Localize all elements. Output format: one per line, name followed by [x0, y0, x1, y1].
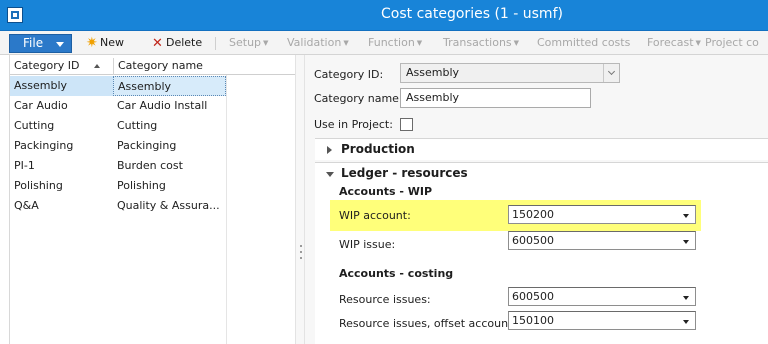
table-row[interactable]: Cutting Cutting [10, 116, 226, 136]
sort-ascending-icon [94, 64, 100, 68]
resource-issues-label: Resource issues: [339, 293, 431, 306]
new-star-icon: ✷ [86, 35, 98, 51]
setup-label: Setup [229, 36, 262, 49]
category-grid: Category ID Category name Assembly Assem… [9, 55, 296, 344]
cell-category-name: Car Audio Install [117, 99, 208, 112]
cell-category-name: Assembly [113, 76, 226, 96]
detail-form: Category ID: Assembly Category name: Ass… [305, 55, 768, 344]
project-menu[interactable]: Project co [705, 35, 759, 51]
ledger-tab-title[interactable]: Ledger - resources [341, 166, 468, 180]
resource-offset-input[interactable]: 150100 [508, 311, 696, 330]
cell-category-id: Q&A [14, 199, 39, 212]
pane-splitter[interactable] [295, 55, 305, 344]
expand-right-icon [327, 146, 332, 154]
app-icon[interactable] [7, 7, 23, 23]
wip-issue-input[interactable]: 600500 [508, 231, 696, 250]
forecast-label: Forecast [647, 36, 694, 49]
cell-category-id: Polishing [14, 179, 63, 192]
setup-dropdown-icon: ▼ [263, 39, 269, 47]
resource-offset-value: 150100 [512, 314, 554, 327]
cell-category-name: Quality & Assura... [117, 199, 220, 212]
cell-category-name: Burden cost [117, 159, 183, 172]
category-name-field[interactable]: Assembly [400, 88, 591, 108]
cell-category-id: Car Audio [14, 99, 68, 112]
function-label: Function [368, 36, 415, 49]
setup-menu[interactable]: Setup ▼ [229, 35, 268, 51]
cell-category-name: Packinging [117, 139, 177, 152]
validation-menu[interactable]: Validation ▼ [287, 35, 349, 51]
category-id-label: Category ID: [314, 68, 384, 81]
delete-x-icon: ✕ [152, 36, 163, 51]
toolbar-separator [215, 37, 216, 50]
category-name-value: Assembly [406, 91, 460, 104]
wip-issue-value: 600500 [512, 234, 554, 247]
forecast-dropdown-icon: ▼ [695, 39, 701, 47]
splitter-grip-icon [300, 257, 302, 259]
transactions-dropdown-icon: ▼ [513, 39, 520, 47]
cell-category-id: PI-1 [14, 159, 35, 172]
use-in-project-label: Use in Project: [314, 118, 393, 131]
cell-category-id: Packinging [14, 139, 74, 152]
resource-offset-dropdown-icon[interactable] [683, 320, 689, 324]
transactions-menu[interactable]: Transactions ▼ [443, 35, 519, 51]
new-button[interactable]: ✷ New [86, 35, 124, 51]
splitter-grip-icon [300, 251, 302, 253]
category-id-field[interactable]: Assembly [400, 63, 620, 83]
accounts-wip-title: Accounts - WIP [339, 185, 433, 198]
table-row[interactable]: Car Audio Car Audio Install [10, 96, 226, 116]
cell-category-name: Polishing [117, 179, 166, 192]
category-name-label: Category name: [314, 92, 403, 105]
grid-column-divider [226, 75, 227, 344]
resource-issues-input[interactable]: 600500 [508, 287, 696, 306]
wip-account-dropdown-icon[interactable] [683, 214, 689, 218]
ledger-resources-fasttab: Ledger - resources Accounts - WIP WIP ac… [315, 162, 768, 344]
delete-button[interactable]: ✕ Delete [152, 35, 202, 51]
transactions-label: Transactions [443, 36, 512, 49]
table-row[interactable]: Assembly Assembly [10, 76, 226, 96]
resource-offset-label: Resource issues, offset account: [339, 317, 517, 330]
table-row[interactable]: Q&A Quality & Assura... [10, 196, 226, 216]
delete-label: Delete [166, 36, 203, 49]
wip-account-label: WIP account: [339, 209, 411, 222]
action-pane: File ✷ New ✕ Delete Setup ▼ Validation ▼ Fun… [0, 31, 768, 55]
resource-issues-value: 600500 [512, 290, 554, 303]
cell-category-name: Cutting [117, 119, 158, 132]
committed-costs-button[interactable]: Committed costs [537, 35, 630, 51]
category-id-value: Assembly [406, 66, 460, 79]
table-row[interactable]: Polishing Polishing [10, 176, 226, 196]
validation-dropdown-icon: ▼ [343, 39, 349, 47]
table-row[interactable]: PI-1 Burden cost [10, 156, 226, 176]
chevron-down-icon [607, 67, 616, 76]
production-fasttab[interactable]: Production [315, 138, 768, 160]
new-label: New [100, 36, 124, 49]
file-label: File [23, 36, 44, 50]
resource-issues-dropdown-icon[interactable] [683, 296, 689, 300]
cell-category-id: Assembly [10, 76, 113, 96]
collapse-down-icon[interactable] [326, 172, 334, 177]
use-in-project-checkbox[interactable] [400, 118, 413, 131]
forecast-menu[interactable]: Forecast ▼ [647, 35, 701, 51]
wip-account-value: 150200 [512, 208, 554, 221]
function-dropdown-icon: ▼ [416, 39, 423, 47]
grid-header: Category ID Category name [10, 58, 296, 75]
file-button[interactable]: File [9, 34, 72, 53]
file-caret-icon [56, 42, 64, 47]
wip-issue-label: WIP issue: [339, 238, 396, 251]
accounts-costing-title: Accounts - costing [339, 267, 454, 280]
wip-issue-dropdown-icon[interactable] [683, 240, 689, 244]
splitter-grip-icon [300, 245, 302, 247]
cell-category-id: Cutting [14, 119, 55, 132]
wip-account-input[interactable]: 150200 [508, 205, 696, 224]
project-label: Project co [705, 36, 759, 49]
column-header-category-name[interactable]: Category name [113, 58, 226, 75]
window-title: Cost categories (1 - usmf) [381, 6, 563, 22]
validation-label: Validation [287, 36, 342, 49]
category-id-dropdown-button[interactable] [603, 64, 619, 82]
table-row[interactable]: Packinging Packinging [10, 136, 226, 156]
committed-costs-label: Committed costs [537, 36, 631, 49]
function-menu[interactable]: Function ▼ [368, 35, 422, 51]
title-bar: Cost categories (1 - usmf) [0, 0, 768, 31]
production-tab-title: Production [341, 142, 415, 156]
